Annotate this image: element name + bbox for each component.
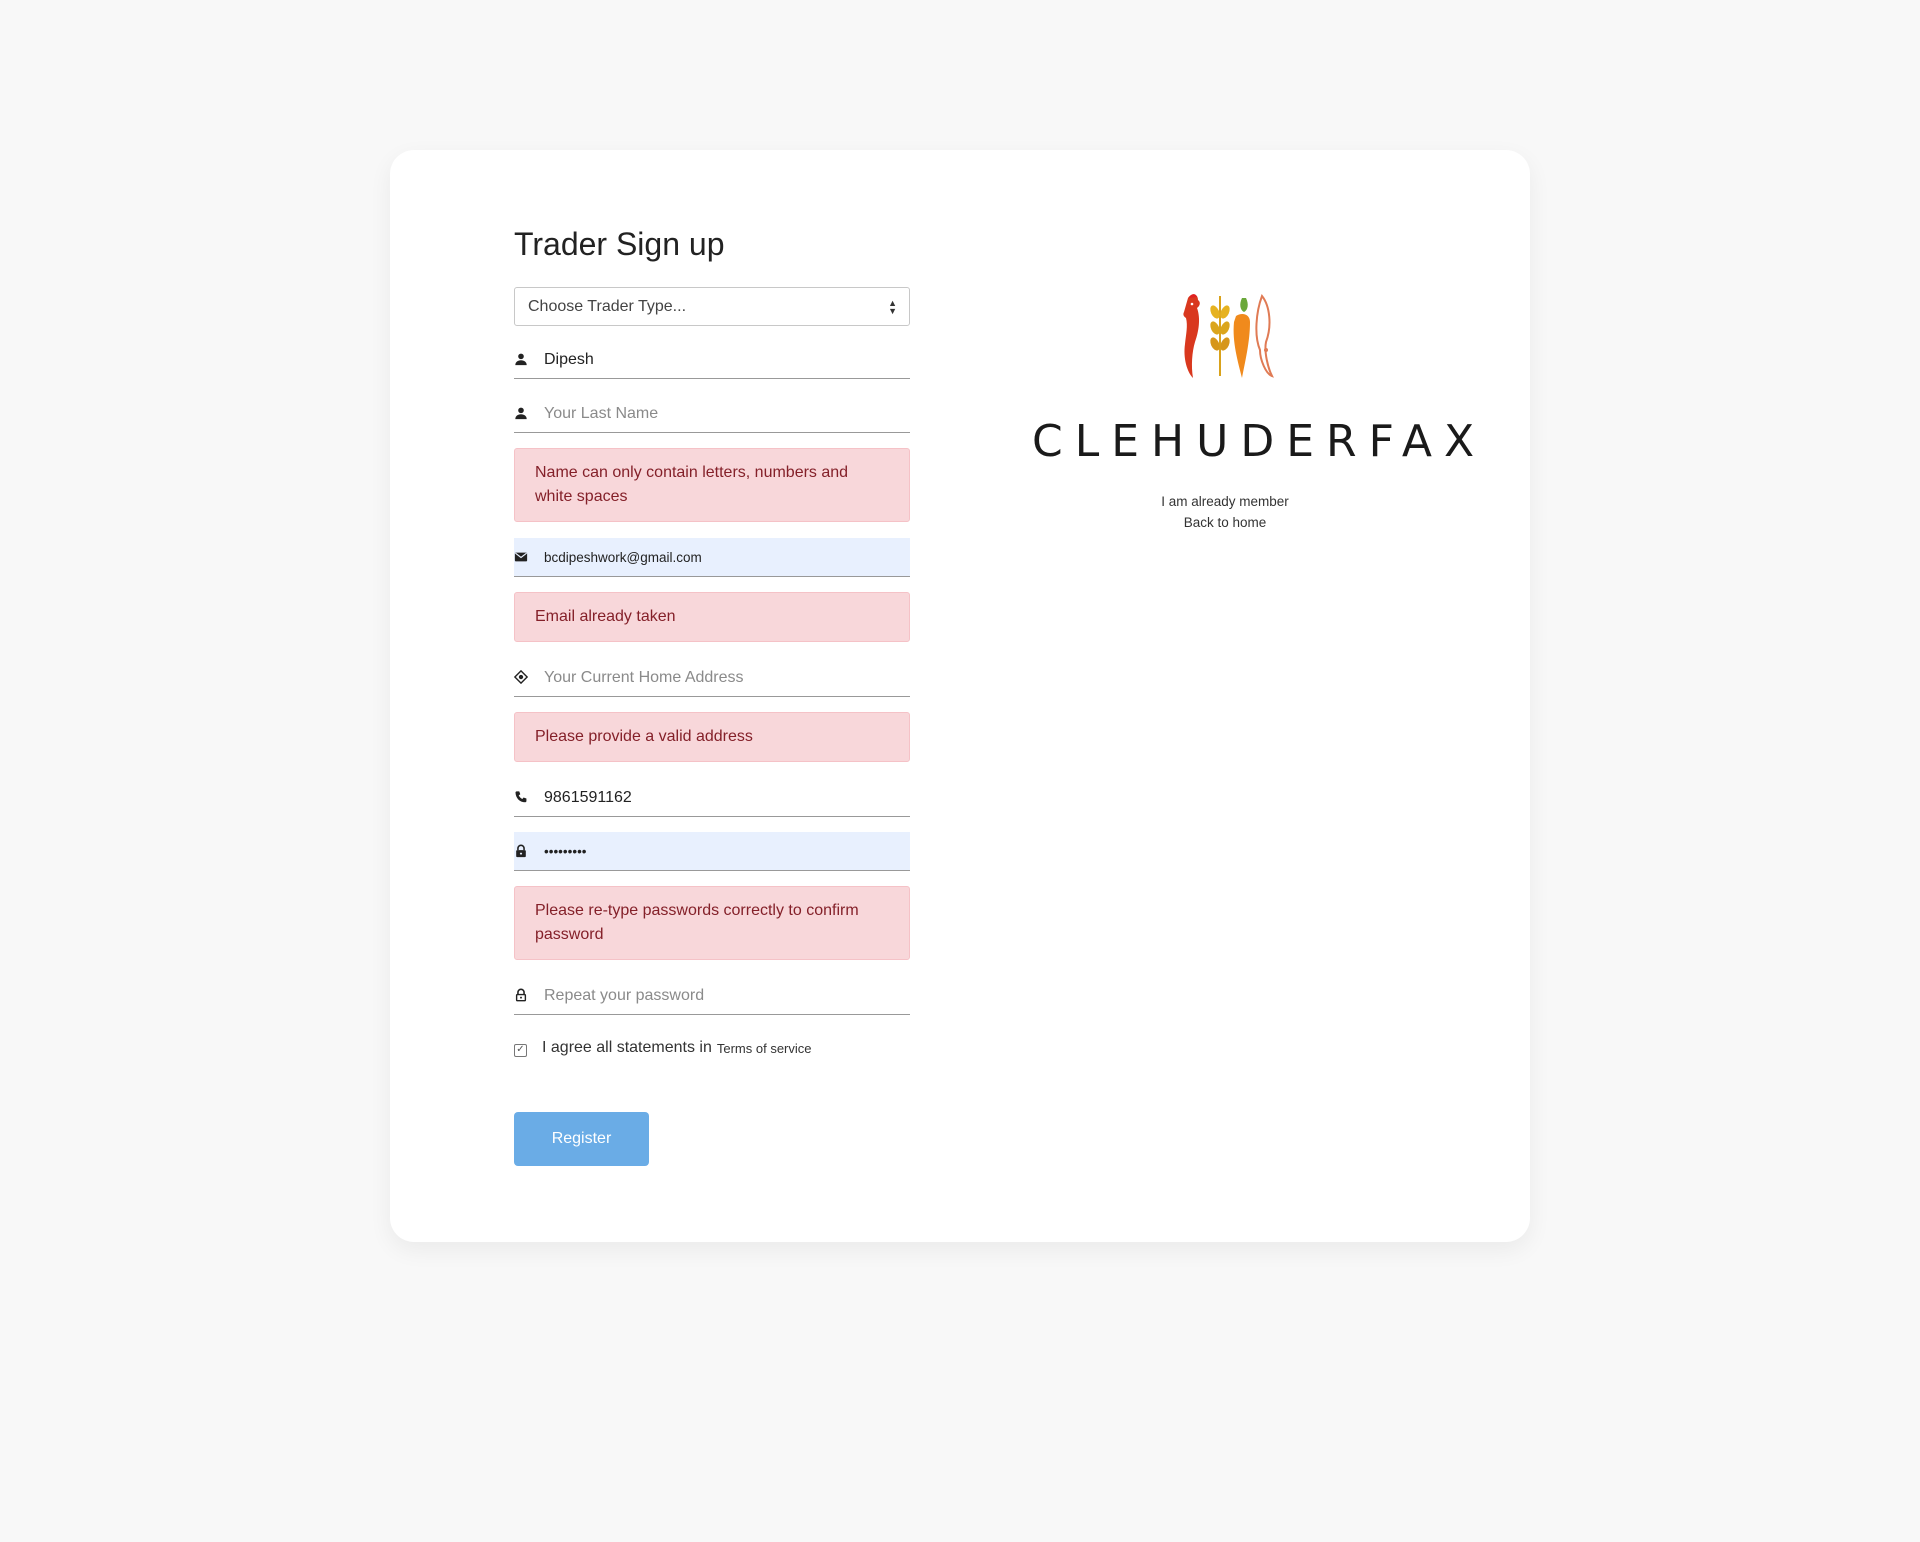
phone-field[interactable]: 9861591162 [514, 778, 910, 817]
trader-type-select[interactable]: Choose Trader Type... ▲ ▼ [514, 287, 910, 326]
email-field[interactable]: bcdipeshwork@gmail.com [514, 538, 910, 577]
register-button[interactable]: Register [514, 1112, 649, 1166]
location-target-icon [514, 658, 544, 697]
select-arrows-icon: ▲ ▼ [888, 297, 897, 316]
trader-type-value: Choose Trader Type... [528, 298, 687, 315]
terms-checkbox[interactable]: ✓ [514, 1043, 527, 1057]
already-member-link[interactable]: I am already member [1020, 491, 1430, 512]
address-error-alert: Please provide a valid address [514, 712, 910, 762]
phone-value: 9861591162 [544, 788, 632, 806]
signup-card: Trader Sign up Choose Trader Type... ▲ ▼ … [390, 150, 1530, 1242]
terms-of-service-link[interactable]: Terms of service [717, 1041, 812, 1056]
first-name-value: Dipesh [544, 350, 594, 368]
terms-label: I agree all statements in [542, 1039, 712, 1056]
last-name-placeholder: Your Last Name [544, 404, 659, 422]
email-value: bcdipeshwork@gmail.com [544, 549, 702, 565]
signup-form: Trader Sign up Choose Trader Type... ▲ ▼ … [514, 224, 910, 1166]
first-name-field[interactable]: Dipesh [514, 340, 910, 379]
last-name-field[interactable]: Your Last Name [514, 394, 910, 433]
address-placeholder: Your Current Home Address [544, 668, 744, 686]
lock-outline-icon [514, 976, 544, 1015]
email-error-alert: Email already taken [514, 592, 910, 642]
page-title: Trader Sign up [514, 226, 725, 262]
lock-icon [514, 832, 544, 871]
repeat-password-field[interactable]: Repeat your password [514, 976, 910, 1015]
phone-icon [514, 778, 544, 817]
terms-row: ✓ I agree all statements in Terms of ser… [514, 1037, 910, 1059]
rooster-wheat-carrot-fish-logo-icon [1183, 293, 1274, 378]
envelope-icon [514, 538, 544, 577]
brand-panel: CLEHUDERFAX I am already member Back to … [1020, 290, 1487, 533]
repeat-password-placeholder: Repeat your password [544, 986, 705, 1004]
brand-name: CLEHUDERFAX [1032, 416, 1487, 467]
password-error-alert: Please re-type passwords correctly to co… [514, 886, 910, 960]
person-icon [514, 394, 544, 433]
person-icon [514, 340, 544, 379]
name-error-alert: Name can only contain letters, numbers a… [514, 448, 910, 522]
auth-links: I am already member Back to home [1020, 491, 1430, 533]
back-to-home-link[interactable]: Back to home [1020, 512, 1430, 533]
password-field[interactable]: ••••••••• [514, 832, 910, 871]
address-field[interactable]: Your Current Home Address [514, 658, 910, 697]
password-value: ••••••••• [544, 843, 587, 859]
